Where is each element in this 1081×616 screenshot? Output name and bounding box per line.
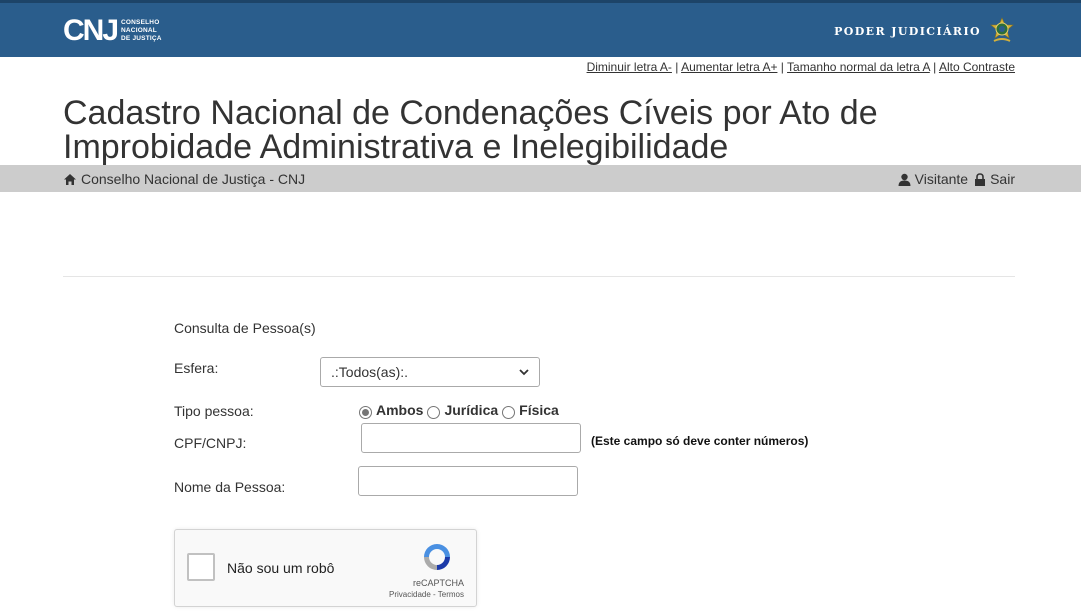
recaptcha-privacy-terms-links[interactable]: Privacidade - Termos [175, 590, 464, 599]
cpf-cnpj-input[interactable] [361, 423, 581, 453]
recaptcha-checkbox[interactable] [187, 553, 215, 581]
nome-pessoa-label: Nome da Pessoa: [174, 479, 286, 495]
user-name: Visitante [914, 171, 969, 187]
recaptcha-logo-icon [424, 544, 450, 570]
nome-pessoa-input[interactable] [358, 466, 578, 496]
chevron-down-icon [519, 368, 529, 375]
accessibility-links: Diminuir letra A- | Aumentar letra A+ | … [586, 60, 1015, 74]
cpf-cnpj-hint: (Este campo só deve conter números) [591, 434, 809, 448]
logout-link[interactable]: Sair [990, 171, 1015, 187]
page-title: Cadastro Nacional de Condenações Cíveis … [63, 94, 878, 166]
breadcrumb-label: Conselho Nacional de Justiça - CNJ [81, 171, 306, 187]
cnj-logo-mark: CNJ [63, 14, 119, 47]
esfera-label: Esfera: [174, 360, 219, 376]
tipo-pessoa-radio-group: Ambos Jurídica Física [358, 402, 562, 419]
esfera-select[interactable]: .:Todos(as):. [320, 357, 540, 387]
normal-font-link[interactable]: Tamanho normal da letra A [787, 60, 930, 74]
breadcrumb[interactable]: Conselho Nacional de Justiça - CNJ [63, 171, 305, 187]
form-section-title: Consulta de Pessoa(s) [174, 320, 316, 336]
top-header-bar: CNJ CONSELHO NACIONAL DE JUSTIÇA PODER J… [0, 0, 1081, 57]
cnj-logo-text: CONSELHO NACIONAL DE JUSTIÇA [121, 19, 162, 42]
decrease-font-link[interactable]: Diminuir letra A- [587, 60, 672, 74]
user-area: Visitante Sair [898, 171, 1015, 187]
cpf-cnpj-label: CPF/CNPJ: [174, 435, 247, 451]
recaptcha-brand: reCAPTCHA [412, 578, 464, 588]
cnj-logo[interactable]: CNJ CONSELHO NACIONAL DE JUSTIÇA [63, 15, 162, 47]
radio-ambos-label: Ambos [376, 402, 424, 418]
section-divider [63, 276, 1015, 277]
radio-fisica[interactable] [502, 405, 516, 419]
tipo-pessoa-label: Tipo pessoa: [174, 403, 254, 419]
recaptcha-widget: Não sou um robô reCAPTCHA Privacidade - … [174, 529, 477, 607]
home-icon [64, 173, 76, 185]
radio-ambos[interactable] [359, 405, 372, 419]
esfera-selected-value: .:Todos(as):. [331, 364, 409, 380]
radio-fisica-label: Física [519, 402, 559, 418]
increase-font-link[interactable]: Aumentar letra A+ [681, 60, 777, 74]
radio-juridica[interactable] [427, 405, 441, 419]
lock-icon [975, 172, 986, 186]
poder-judiciario-label: PODER JUDICIÁRIO [834, 25, 981, 38]
user-icon [898, 173, 911, 186]
breadcrumb-bar: Conselho Nacional de Justiça - CNJ Visit… [0, 165, 1081, 192]
recaptcha-label: Não sou um robô [227, 560, 335, 576]
high-contrast-link[interactable]: Alto Contraste [939, 60, 1015, 74]
coat-of-arms-icon [990, 17, 1014, 42]
radio-juridica-label: Jurídica [444, 402, 499, 418]
